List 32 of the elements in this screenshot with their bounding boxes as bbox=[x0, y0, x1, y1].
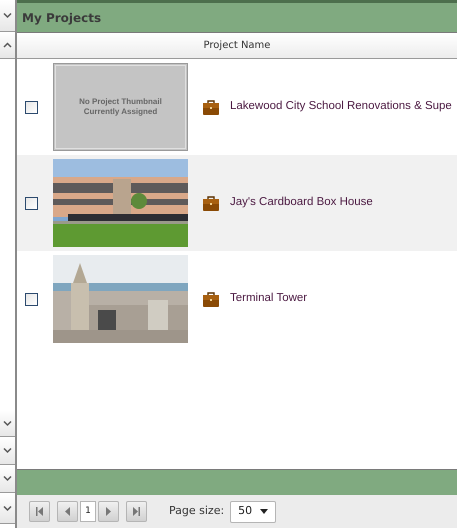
last-page-icon bbox=[133, 507, 140, 516]
page-size-select[interactable]: 50 bbox=[230, 500, 276, 522]
row-checkbox[interactable] bbox=[25, 100, 38, 114]
previous-icon bbox=[65, 507, 70, 516]
next-page-button[interactable] bbox=[98, 501, 119, 522]
chevron-down-icon bbox=[3, 475, 12, 482]
briefcase-icon bbox=[203, 292, 219, 306]
project-name[interactable]: Lakewood City School Renovations & Supe bbox=[230, 98, 452, 116]
dropdown-caret-icon bbox=[260, 509, 268, 514]
previous-page-button[interactable] bbox=[57, 501, 78, 522]
page-number[interactable]: 1 bbox=[80, 501, 96, 522]
chevron-down-icon bbox=[3, 420, 12, 426]
page-size-label: Page size: bbox=[169, 503, 224, 520]
briefcase-icon bbox=[203, 100, 219, 114]
expand-button[interactable] bbox=[0, 410, 15, 437]
first-page-button[interactable] bbox=[29, 501, 50, 522]
chevron-down-icon bbox=[3, 12, 12, 19]
column-title: Project Name bbox=[204, 39, 270, 53]
project-name[interactable]: Jay's Cardboard Box House bbox=[230, 194, 373, 212]
next-icon bbox=[106, 507, 111, 516]
first-page-icon bbox=[36, 507, 43, 516]
project-name[interactable]: Terminal Tower bbox=[230, 290, 308, 308]
chevron-down-icon bbox=[3, 504, 12, 512]
briefcase-icon bbox=[203, 196, 219, 210]
chevron-down-icon bbox=[3, 447, 12, 454]
panel-title: My Projects bbox=[22, 10, 102, 26]
chevron-up-icon bbox=[3, 42, 12, 48]
last-page-button[interactable] bbox=[126, 501, 147, 522]
row-checkbox[interactable] bbox=[25, 196, 38, 210]
collapse-button[interactable] bbox=[0, 32, 15, 59]
row-checkbox[interactable] bbox=[25, 292, 38, 306]
placeholder-text: No Project Thumbnail Currently Assigned bbox=[78, 97, 163, 117]
